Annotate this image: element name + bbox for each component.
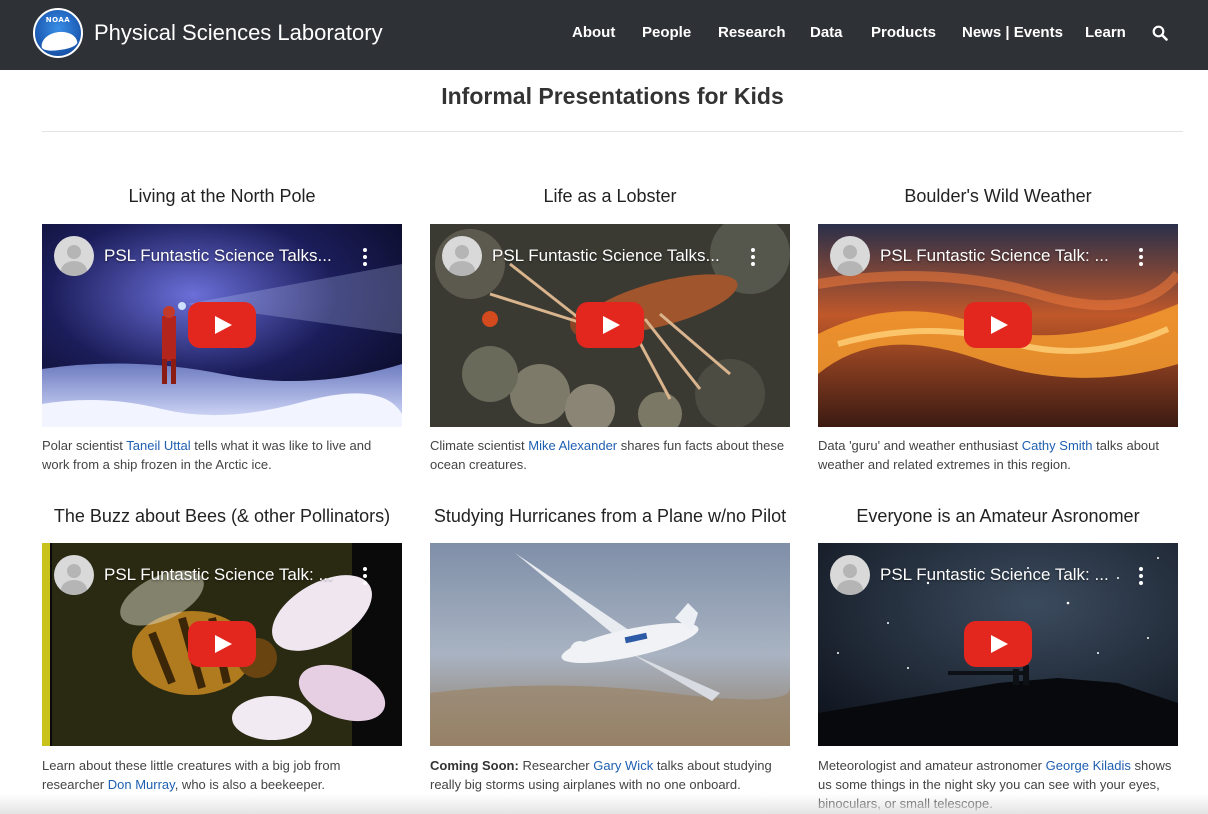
- more-options-icon[interactable]: [750, 248, 756, 266]
- description-text: Meteorologist and amateur astronomer: [818, 758, 1046, 773]
- video-embed-lobster[interactable]: PSL Funtastic Science Talks...: [430, 224, 790, 427]
- drone-image: [430, 543, 790, 746]
- global-hawk-photo: [430, 543, 790, 746]
- video-embed-north-pole[interactable]: PSL Funtastic Science Talks...: [42, 224, 402, 427]
- channel-avatar[interactable]: [830, 555, 870, 595]
- card-title: Living at the North Pole: [128, 186, 316, 206]
- play-button[interactable]: [188, 621, 256, 667]
- nav-research[interactable]: Research: [718, 24, 786, 41]
- noaa-logo[interactable]: NOAA: [33, 8, 83, 58]
- more-options-icon[interactable]: [1138, 567, 1144, 585]
- play-button[interactable]: [576, 302, 644, 348]
- video-title[interactable]: PSL Funtastic Science Talk: ...: [880, 565, 1130, 585]
- divider: [42, 131, 1183, 132]
- video-title[interactable]: PSL Funtastic Science Talk: ...: [104, 565, 354, 585]
- card-title: The Buzz about Bees (& other Pollinators…: [53, 506, 391, 526]
- video-title[interactable]: PSL Funtastic Science Talk: ...: [880, 246, 1130, 266]
- card-description: Climate scientist Mike Alexander shares …: [430, 436, 790, 474]
- person-link[interactable]: Mike Alexander: [528, 438, 617, 453]
- card-title: Life as a Lobster: [543, 186, 677, 206]
- logo-text: NOAA: [45, 16, 71, 24]
- description-text: , who is also a beekeeper.: [174, 777, 326, 792]
- nav-data[interactable]: Data: [810, 24, 843, 41]
- more-options-icon[interactable]: [362, 567, 368, 585]
- video-embed-weather[interactable]: PSL Funtastic Science Talk: ...: [818, 224, 1178, 427]
- nav-products[interactable]: Products: [871, 24, 936, 41]
- card-description: Coming Soon: Researcher Gary Wick talks …: [430, 756, 790, 794]
- play-button[interactable]: [188, 302, 256, 348]
- scroll-shadow: [0, 794, 1208, 814]
- nav-about[interactable]: About: [572, 24, 615, 41]
- page-title: Informal Presentations for Kids: [441, 83, 784, 109]
- channel-avatar[interactable]: [54, 555, 94, 595]
- seagull-icon: [39, 29, 79, 53]
- nav-learn[interactable]: Learn: [1085, 24, 1126, 41]
- site-header: NOAA Physical Sciences Laboratory About …: [0, 0, 1208, 70]
- person-link[interactable]: George Kiladis: [1046, 758, 1131, 773]
- person-link[interactable]: Cathy Smith: [1022, 438, 1093, 453]
- coming-soon-label: Coming Soon:: [430, 758, 519, 773]
- video-embed-bees[interactable]: PSL Funtastic Science Talk: ...: [42, 543, 402, 746]
- card-title: Everyone is an Amateur Asronomer: [856, 506, 1140, 526]
- person-link[interactable]: Gary Wick: [593, 758, 653, 773]
- play-button[interactable]: [964, 621, 1032, 667]
- description-text: Data 'guru' and weather enthusiast: [818, 438, 1022, 453]
- card-title: Studying Hurricanes from a Plane w/no Pi…: [433, 506, 787, 526]
- nav-people[interactable]: People: [642, 24, 691, 41]
- search-icon[interactable]: [1152, 25, 1168, 41]
- video-title[interactable]: PSL Funtastic Science Talks...: [104, 246, 354, 266]
- person-link[interactable]: Don Murray: [108, 777, 175, 792]
- channel-avatar[interactable]: [442, 236, 482, 276]
- nav-news-events[interactable]: News | Events: [962, 24, 1063, 41]
- card-title: Boulder's Wild Weather: [904, 186, 1092, 206]
- video-embed-astronomy[interactable]: PSL Funtastic Science Talk: ...: [818, 543, 1178, 746]
- card-description: Data 'guru' and weather enthusiast Cathy…: [818, 436, 1178, 474]
- more-options-icon[interactable]: [1138, 248, 1144, 266]
- person-link[interactable]: Taneil Uttal: [126, 438, 190, 453]
- play-button[interactable]: [964, 302, 1032, 348]
- site-title[interactable]: Physical Sciences Laboratory: [94, 20, 383, 46]
- description-text: Climate scientist: [430, 438, 529, 453]
- description-text: Polar scientist: [42, 438, 127, 453]
- channel-avatar[interactable]: [830, 236, 870, 276]
- more-options-icon[interactable]: [362, 248, 368, 266]
- video-title[interactable]: PSL Funtastic Science Talks...: [492, 246, 742, 266]
- card-description: Learn about these little creatures with …: [42, 756, 402, 794]
- channel-avatar[interactable]: [54, 236, 94, 276]
- description-text: Researcher: [518, 758, 594, 773]
- card-description: Polar scientist Taneil Uttal tells what …: [42, 436, 402, 474]
